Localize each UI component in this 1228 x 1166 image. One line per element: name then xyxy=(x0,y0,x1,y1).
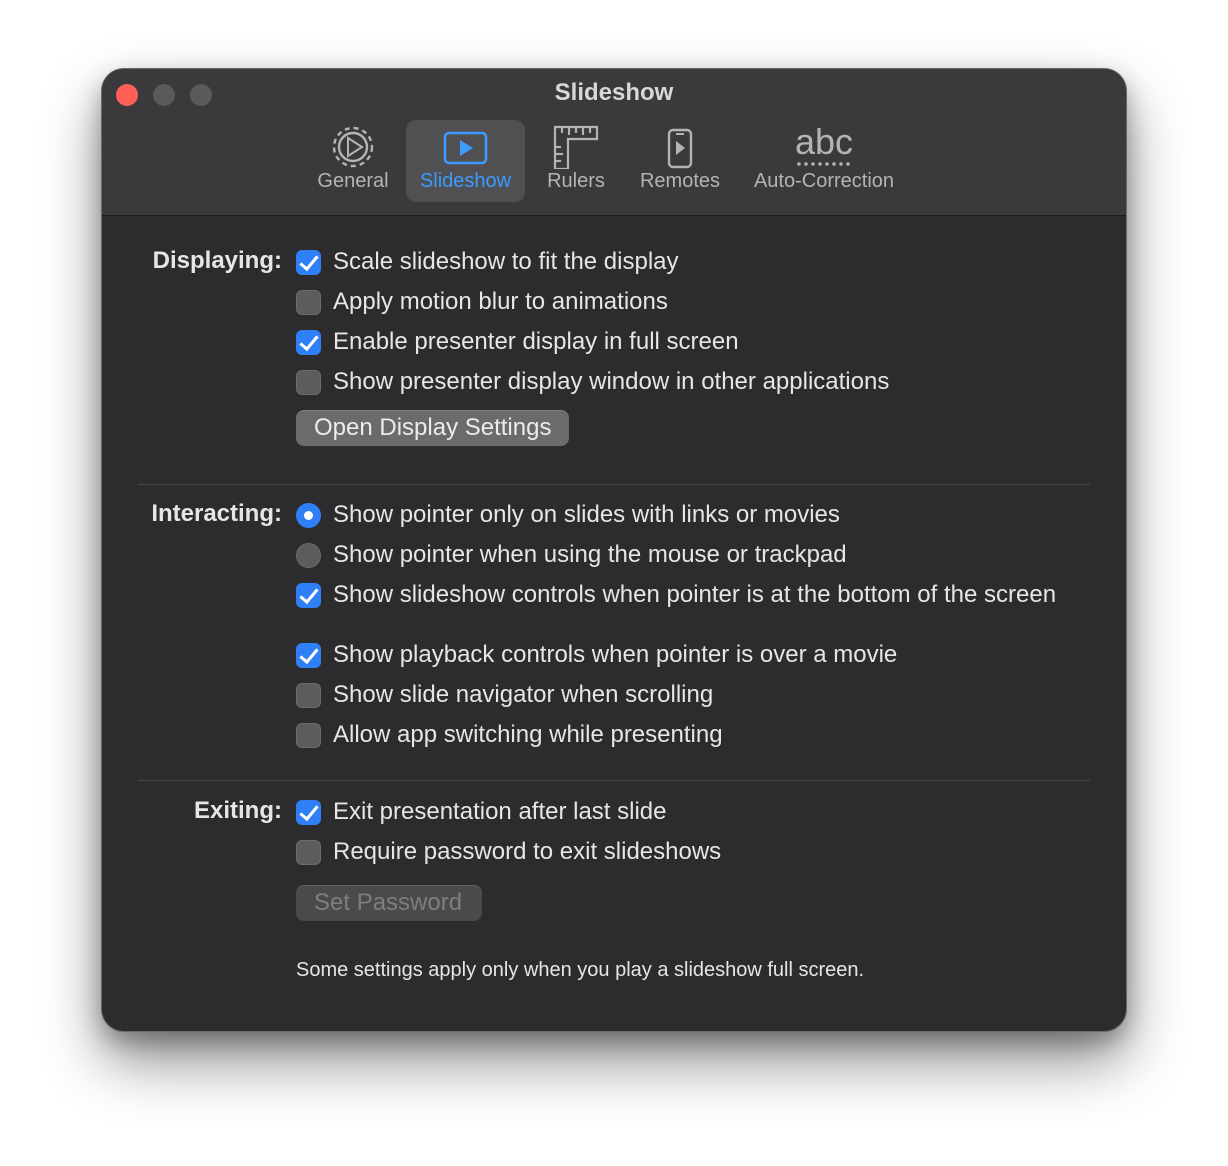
checkbox[interactable] xyxy=(296,839,321,865)
play-icon xyxy=(406,125,525,169)
option-label: Show slideshow controls when pointer is … xyxy=(333,581,1057,608)
ruler-icon xyxy=(531,125,621,171)
radio-button[interactable] xyxy=(296,542,321,568)
checkbox[interactable] xyxy=(296,249,321,275)
window-title: Slideshow xyxy=(554,79,674,106)
option-label: Show pointer when using the mouse or tra… xyxy=(333,541,847,568)
abc-icon: abc xyxy=(738,121,910,169)
option-scale-slideshow[interactable]: Scale slideshow to fit the display xyxy=(296,248,679,276)
option-presenter-display-full-screen[interactable]: Enable presenter display in full screen xyxy=(296,328,739,356)
phone-icon xyxy=(630,125,730,169)
option-label: Scale slideshow to fit the display xyxy=(333,248,679,275)
tab-remotes[interactable]: Remotes xyxy=(630,120,730,202)
divider xyxy=(138,780,1090,781)
tab-general-label: General xyxy=(317,170,389,192)
tab-auto-correction[interactable]: abc Auto-Correction xyxy=(738,120,910,202)
checkbox[interactable] xyxy=(296,369,321,395)
checkbox[interactable] xyxy=(296,329,321,355)
checkbox[interactable] xyxy=(296,582,321,608)
tab-rulers-label: Rulers xyxy=(547,170,605,192)
checkbox[interactable] xyxy=(296,682,321,708)
checkbox[interactable] xyxy=(296,722,321,748)
open-display-settings-button[interactable]: Open Display Settings xyxy=(296,410,570,446)
option-playback-controls[interactable]: Show playback controls when pointer is o… xyxy=(296,641,897,669)
section-label-interacting: Interacting: xyxy=(151,500,282,527)
svg-text:abc: abc xyxy=(795,125,853,162)
option-motion-blur[interactable]: Apply motion blur to animations xyxy=(296,288,668,316)
option-presenter-window-other-apps[interactable]: Show presenter display window in other a… xyxy=(296,368,889,396)
option-label: Show slide navigator when scrolling xyxy=(333,681,714,708)
option-slideshow-controls[interactable]: Show slideshow controls when pointer is … xyxy=(296,581,1056,609)
tab-remotes-label: Remotes xyxy=(639,170,721,192)
tab-slideshow-label: Slideshow xyxy=(419,170,512,192)
radio-pointer-links-movies[interactable]: Show pointer only on slides with links o… xyxy=(296,501,840,529)
preferences-window: Slideshow General Slideshow Rulers Remot… xyxy=(102,69,1126,1031)
footnote: Some settings apply only when you play a… xyxy=(296,959,865,981)
option-label: Show pointer only on slides with links o… xyxy=(333,501,840,528)
option-app-switching[interactable]: Allow app switching while presenting xyxy=(296,721,723,749)
section-label-displaying: Displaying: xyxy=(152,247,282,274)
radio-button[interactable] xyxy=(296,502,321,528)
checkbox[interactable] xyxy=(296,289,321,315)
option-label: Enable presenter display in full screen xyxy=(333,328,739,355)
tab-rulers[interactable]: Rulers xyxy=(531,120,621,202)
tab-slideshow[interactable]: Slideshow xyxy=(406,120,525,202)
radio-pointer-mouse-trackpad[interactable]: Show pointer when using the mouse or tra… xyxy=(296,541,847,569)
section-label-exiting: Exiting: xyxy=(194,797,282,824)
option-label: Show playback controls when pointer is o… xyxy=(333,641,898,668)
option-label: Require password to exit slideshows xyxy=(333,838,722,865)
option-label: Exit presentation after last slide xyxy=(333,798,667,825)
checkbox[interactable] xyxy=(296,799,321,825)
checkbox[interactable] xyxy=(296,642,321,668)
tab-auto-correction-label: Auto-Correction xyxy=(753,170,895,192)
set-password-button[interactable]: Set Password xyxy=(296,885,482,921)
option-slide-navigator[interactable]: Show slide navigator when scrolling xyxy=(296,681,713,709)
option-label: Allow app switching while presenting xyxy=(333,721,723,748)
option-label: Show presenter display window in other a… xyxy=(333,368,890,395)
option-label: Apply motion blur to animations xyxy=(333,288,668,315)
tab-general[interactable]: General xyxy=(304,120,402,202)
option-exit-after-last-slide[interactable]: Exit presentation after last slide xyxy=(296,798,667,826)
divider xyxy=(138,484,1090,485)
toolbar: Slideshow General Slideshow Rulers Remot… xyxy=(102,69,1126,216)
gear-icon xyxy=(304,125,402,169)
option-require-password[interactable]: Require password to exit slideshows xyxy=(296,838,721,866)
